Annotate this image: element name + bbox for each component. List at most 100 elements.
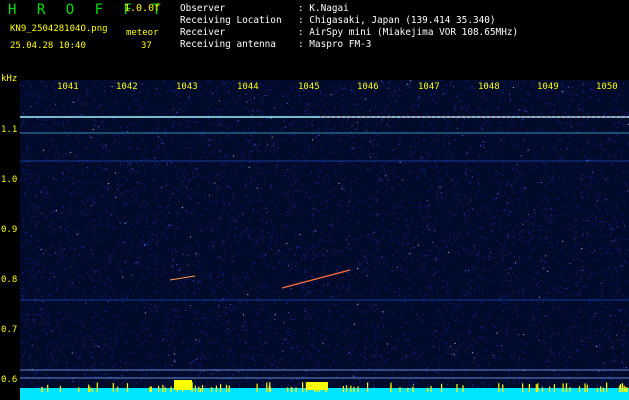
signal-spike [47,384,49,392]
metadata-block: Observer : K.Nagai Receiving Location : Ch… [180,3,518,51]
y-tick-label: 1.1 [1,125,18,135]
metadata-value: : Maspro FM-3 [298,39,372,50]
noise-speckles [20,80,629,400]
signal-spike [620,383,622,392]
signal-spike [412,386,414,392]
signal-spike [625,387,627,392]
signal-spike [269,387,271,392]
signal-burst [306,382,328,390]
signal-spike [350,385,352,392]
y-tick-label: 1.0 [1,175,18,185]
signal-spike [441,383,443,392]
signal-spike [357,386,359,392]
y-tick-label: 0.6 [1,375,18,385]
signal-spike [345,385,348,392]
signal-spike [430,386,432,392]
meteor-label: meteor [126,28,159,38]
signal-spike [162,384,164,392]
signal-spike [59,385,61,392]
x-tick-label: 1045 [298,82,320,92]
signal-spike [353,386,355,392]
signal-spike [621,383,624,392]
signal-spike [606,382,608,392]
signal-spike [549,386,551,392]
signal-spike [626,387,628,392]
signal-spike [91,388,93,392]
signal-spike [170,386,172,392]
metadata-row-location: Receiving Location : Chigasaki, Japan (13… [180,15,518,27]
signal-spike [584,383,586,392]
signal-spike [427,387,429,392]
signal-spike [618,385,621,392]
signal-spike [565,386,567,392]
signal-spike [586,384,588,392]
meteor-count: 37 [141,41,152,51]
signal-spike [158,385,160,392]
signal-spike [578,386,581,392]
y-unit-label: kHz [1,74,18,84]
metadata-row-observer: Observer : K.Nagai [180,3,518,15]
signal-spike [228,385,230,392]
signal-spike [462,385,464,392]
signal-spike [41,387,43,392]
signal-spike [88,384,90,392]
signal-spike [528,383,530,392]
metadata-row-antenna: Receiving antenna: Maspro FM-3 [180,39,518,51]
signal-spike [149,386,151,392]
signal-spike [569,387,571,392]
signal-burst [174,380,192,390]
metadata-value: : K.Nagai [298,3,349,14]
signal-spike [602,387,604,392]
signal-spike [215,385,217,392]
signal-spike [498,383,500,392]
signal-spike [541,387,544,392]
signal-spike [302,382,304,392]
signal-spike [295,387,297,392]
x-tick-label: 1043 [176,82,198,92]
signal-spike [522,383,524,392]
x-tick-label: 1041 [57,82,79,92]
signal-spike [600,386,602,392]
signal-spike [164,387,166,392]
signal-spike [266,382,268,392]
signal-spike [456,384,458,392]
signal-spike [390,386,392,392]
signal-spike [220,384,222,392]
x-tick-label: 1044 [237,82,259,92]
x-tick-label: 1048 [478,82,500,92]
y-tick-label: 0.7 [1,325,18,335]
signal-spike [198,386,200,392]
metadata-label: Receiving Location [180,15,282,26]
header-panel: H R O F F T 1.0.0f KN9_250428104O.png me… [0,0,629,80]
signal-spike [399,387,401,392]
signal-spike [225,384,228,392]
signal-spike [342,386,344,392]
x-tick-label: 1047 [418,82,440,92]
signal-spike [407,387,409,392]
version-label: 1.0.0f [124,3,161,14]
x-tick-label: 1046 [357,82,379,92]
signal-spike [126,383,129,392]
signal-spike [553,384,555,392]
signal-spike [96,382,98,392]
signal-spike [367,382,369,392]
metadata-label: Observer [180,3,226,14]
metadata-label: Receiver [180,27,226,38]
y-tick-label: 0.9 [1,225,18,235]
signal-spike [112,383,114,392]
signal-spike [287,387,289,392]
timestamp: 25.04.28 10:40 [10,41,86,51]
signal-spike [562,383,564,392]
signal-spike [78,387,80,392]
x-tick-label: 1042 [116,82,138,92]
signal-spike [535,384,537,392]
signal-spike [537,383,539,392]
signal-spike [291,387,293,392]
metadata-value: : Chigasaki, Japan (139.414 35.340) [298,15,496,26]
x-tick-label: 1049 [537,82,559,92]
x-tick-label: 1050 [596,82,618,92]
signal-spike [502,384,504,392]
spectrogram-plot [20,80,629,400]
file-name: KN9_250428104O.png [10,24,108,34]
signal-spike [200,388,202,392]
